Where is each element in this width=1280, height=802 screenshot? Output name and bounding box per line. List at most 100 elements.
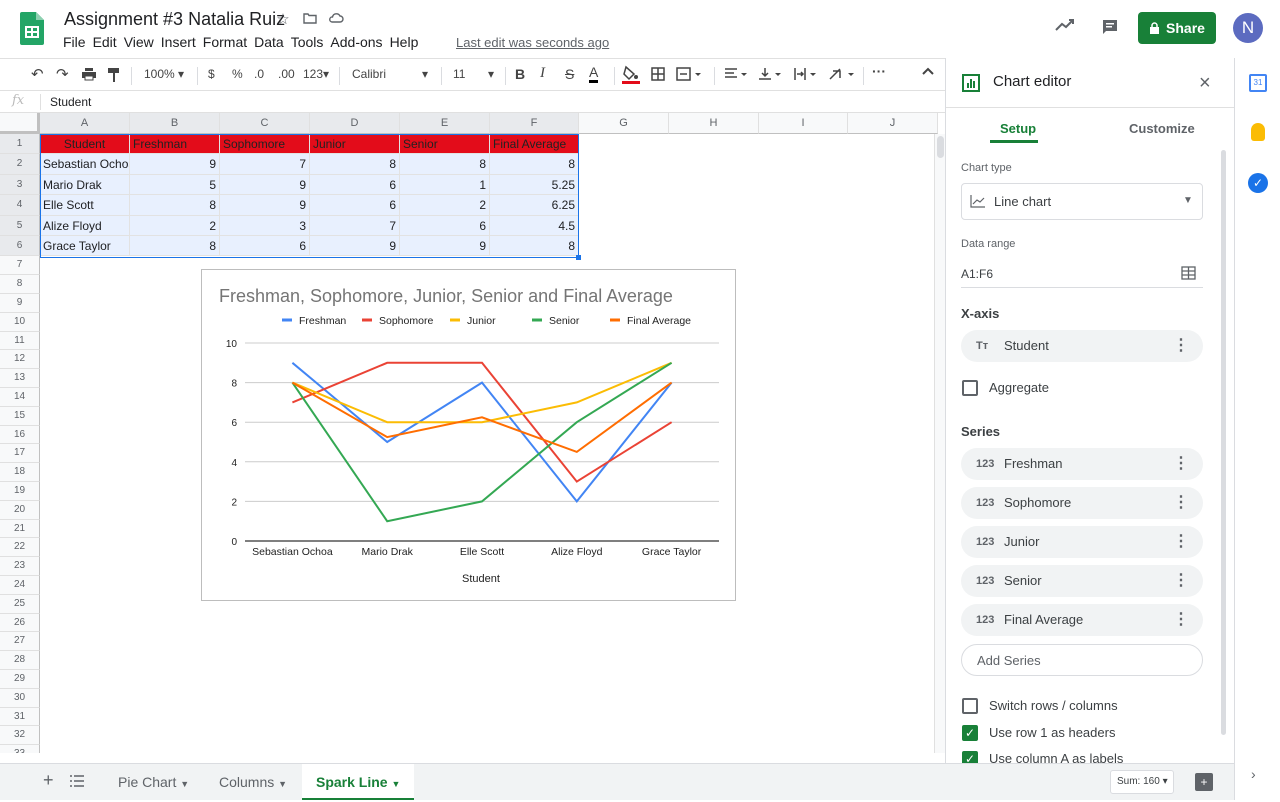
cell-c2[interactable]: 7	[220, 154, 310, 175]
cell-f2[interactable]: 8	[490, 154, 579, 175]
more-vert-icon[interactable]: ⋮	[1173, 604, 1189, 636]
expand-panel-icon[interactable]: ›	[1251, 766, 1256, 782]
select-all-corner[interactable]	[0, 113, 40, 134]
add-series-button[interactable]: Add Series	[961, 644, 1203, 676]
row-header-30[interactable]: 30	[0, 688, 40, 708]
cell-d2[interactable]: 8	[310, 154, 400, 175]
cell-f4[interactable]: 6.25	[490, 195, 579, 216]
column-header-g[interactable]: G	[579, 113, 669, 134]
close-icon[interactable]: ×	[1199, 72, 1211, 95]
row-header-24[interactable]: 24	[0, 576, 40, 595]
percent-format-button[interactable]: %	[232, 67, 243, 81]
add-sheet-icon[interactable]: +	[43, 770, 54, 791]
keep-icon[interactable]	[1251, 123, 1265, 141]
cell-e4[interactable]: 2	[400, 195, 490, 216]
column-header-f[interactable]: F	[490, 113, 579, 134]
row-header-6[interactable]: 6	[0, 236, 40, 257]
row-header-32[interactable]: 32	[0, 726, 40, 746]
row-header-10[interactable]: 10	[0, 312, 40, 332]
select-range-icon[interactable]	[1181, 266, 1196, 285]
font-size-select[interactable]: 11 ▾	[453, 67, 499, 81]
row-header-13[interactable]: 13	[0, 369, 40, 388]
row-header-25[interactable]: 25	[0, 594, 40, 614]
row-header-31[interactable]: 31	[0, 707, 40, 727]
borders-icon[interactable]	[651, 67, 665, 84]
zoom-select[interactable]: 100% ▾	[144, 67, 184, 81]
series-chip-final-average[interactable]: 123 Final Average ⋮	[961, 604, 1203, 636]
row-header-1[interactable]: 1	[0, 134, 40, 155]
use-row1-headers-checkbox[interactable]: ✓	[962, 725, 978, 741]
cell-b2[interactable]: 9	[130, 154, 220, 175]
menu-tools[interactable]: Tools	[290, 34, 330, 50]
cell-a4[interactable]: Elle Scott	[40, 195, 130, 216]
cell-d1[interactable]: Junior	[310, 134, 400, 155]
column-header-c[interactable]: C	[220, 113, 310, 134]
calendar-icon[interactable]: 31	[1249, 74, 1267, 92]
row-header-12[interactable]: 12	[0, 350, 40, 370]
more-vert-icon[interactable]: ⋮	[1173, 448, 1189, 480]
tasks-icon[interactable]: ✓	[1248, 173, 1268, 193]
cell-c5[interactable]: 3	[220, 215, 310, 236]
text-color-button[interactable]: A	[589, 64, 599, 83]
cell-c3[interactable]: 9	[220, 174, 310, 196]
row-header-7[interactable]: 7	[0, 256, 40, 276]
menu-data[interactable]: Data	[253, 34, 290, 50]
chart-type-select[interactable]: Line chart ▼	[961, 183, 1203, 220]
menu-edit[interactable]: Edit	[92, 34, 123, 50]
cell-f5[interactable]: 4.5	[490, 215, 579, 236]
vertical-scrollbar[interactable]	[934, 134, 945, 753]
cell-a6[interactable]: Grace Taylor	[40, 236, 130, 257]
series-chip-senior[interactable]: 123 Senior ⋮	[961, 565, 1203, 597]
row-header-2[interactable]: 2	[0, 154, 40, 175]
increase-decimal-button[interactable]: .00	[278, 67, 295, 81]
avatar[interactable]: N	[1233, 13, 1263, 43]
cell-c6[interactable]: 6	[220, 236, 310, 257]
cell-b1[interactable]: Freshman	[130, 134, 220, 155]
fill-handle[interactable]	[576, 255, 581, 260]
formula-input[interactable]: Student	[50, 95, 91, 109]
row-header-19[interactable]: 19	[0, 482, 40, 501]
cell-a2[interactable]: Sebastian Ochoa	[40, 154, 130, 175]
menu-addons[interactable]: Add-ons	[329, 34, 388, 50]
editor-scrollbar[interactable]	[1221, 150, 1226, 735]
row-header-16[interactable]: 16	[0, 425, 40, 445]
document-title[interactable]: Assignment #3 Natalia Ruiz	[64, 9, 285, 30]
row-header-18[interactable]: 18	[0, 463, 40, 482]
cell-b4[interactable]: 8	[130, 195, 220, 216]
row-header-21[interactable]: 21	[0, 519, 40, 539]
star-icon[interactable]: ☆	[274, 11, 292, 29]
row-header-20[interactable]: 20	[0, 500, 40, 520]
row-header-8[interactable]: 8	[0, 275, 40, 294]
line-chart[interactable]: Freshman, Sophomore, Junior, Senior and …	[201, 269, 736, 601]
row-header-14[interactable]: 14	[0, 388, 40, 407]
align-horizontal-icon[interactable]	[724, 67, 748, 84]
align-vertical-icon[interactable]	[758, 67, 782, 84]
last-edit-link[interactable]: Last edit was seconds ago	[456, 35, 609, 50]
print-icon[interactable]	[81, 67, 97, 84]
paint-format-icon[interactable]	[107, 67, 121, 86]
cell-e3[interactable]: 1	[400, 174, 490, 196]
cell-d5[interactable]: 7	[310, 215, 400, 236]
row-header-22[interactable]: 22	[0, 538, 40, 558]
more-options-icon[interactable]: ···	[872, 63, 886, 79]
cell-f6[interactable]: 8	[490, 236, 579, 257]
text-rotation-icon[interactable]	[828, 67, 856, 84]
row-header-26[interactable]: 26	[0, 613, 40, 633]
cell-d6[interactable]: 9	[310, 236, 400, 257]
menu-help[interactable]: Help	[389, 34, 425, 50]
column-header-i[interactable]: I	[759, 113, 848, 134]
more-vert-icon[interactable]: ⋮	[1173, 487, 1189, 519]
sheet-tab-pie-chart[interactable]: Pie Chart ▼	[104, 764, 203, 800]
row-header-33[interactable]: 33	[0, 745, 40, 753]
cell-e1[interactable]: Senior	[400, 134, 490, 155]
row-header-23[interactable]: 23	[0, 557, 40, 576]
menu-format[interactable]: Format	[202, 34, 253, 50]
fill-color-icon[interactable]	[622, 65, 640, 88]
more-vert-icon[interactable]: ⋮	[1173, 526, 1189, 558]
aggregate-checkbox[interactable]	[962, 380, 978, 396]
redo-icon[interactable]: ↷	[56, 65, 69, 83]
x-axis-chip[interactable]: Tт Student ⋮	[961, 330, 1203, 362]
cell-e2[interactable]: 8	[400, 154, 490, 175]
decrease-decimal-button[interactable]: .0	[254, 67, 264, 81]
sheets-logo[interactable]	[20, 12, 44, 45]
